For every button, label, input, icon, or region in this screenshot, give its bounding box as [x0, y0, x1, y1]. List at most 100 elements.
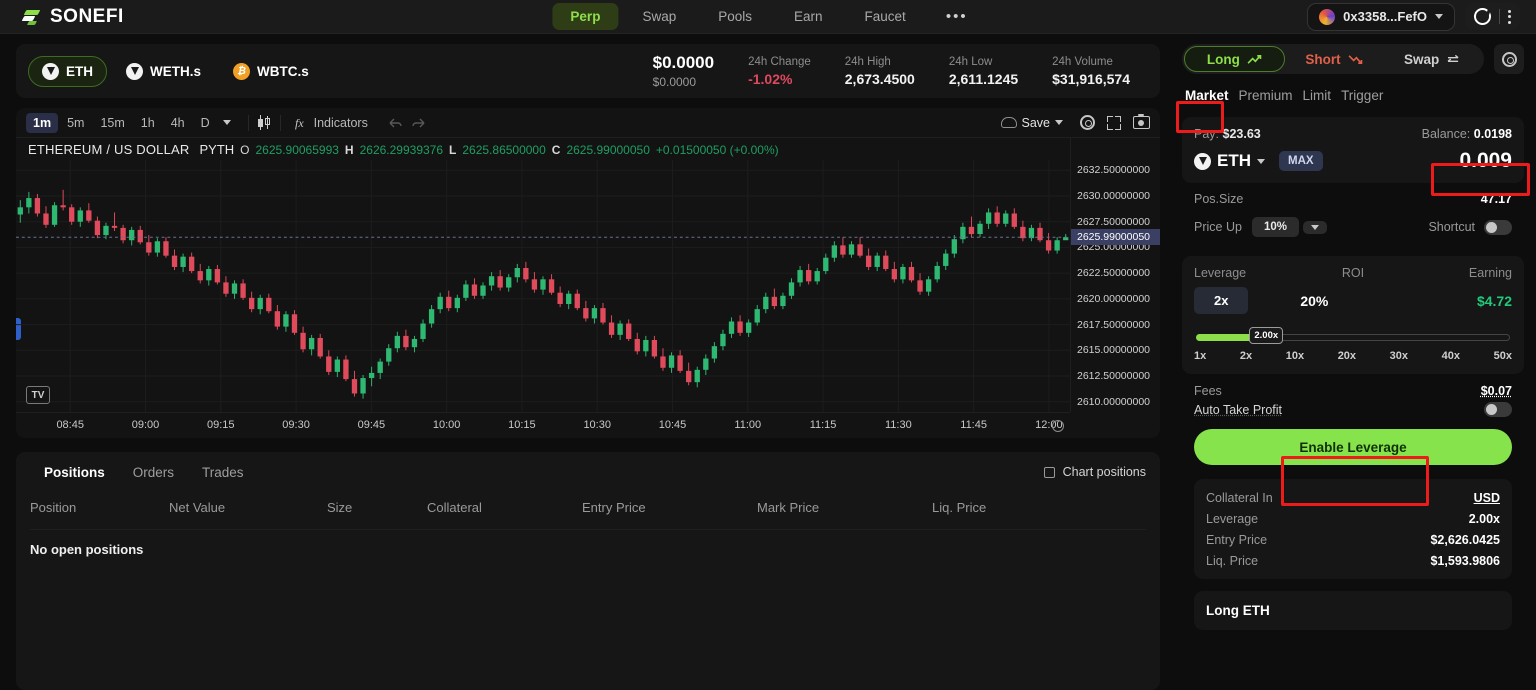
- leverage-slider[interactable]: 2.00x: [1196, 327, 1510, 344]
- svg-text:fx: fx: [295, 116, 304, 130]
- timeframe-d[interactable]: D: [194, 113, 217, 133]
- chart-positions-checkbox[interactable]: Chart positions: [1043, 465, 1146, 479]
- leverage-headers: Leverage ROI Earning: [1194, 266, 1512, 280]
- tick-20x[interactable]: 20x: [1338, 350, 1356, 362]
- detail-entry-price: Entry Price $2,626.0425: [1206, 529, 1500, 550]
- more-options-icon[interactable]: [1508, 9, 1511, 24]
- gear-icon[interactable]: [1080, 115, 1095, 130]
- tab-trigger[interactable]: Trigger: [1338, 86, 1386, 105]
- legend-low-value: 2625.86500000: [462, 143, 546, 157]
- nav-item-swap[interactable]: Swap: [624, 3, 694, 30]
- price-up-row: Price Up 10% Shortcut: [1182, 215, 1524, 246]
- leverage-value[interactable]: 2x: [1194, 287, 1249, 314]
- detail-value[interactable]: USD: [1474, 491, 1500, 505]
- redo-icon[interactable]: [411, 116, 427, 130]
- tick-30x[interactable]: 30x: [1390, 350, 1408, 362]
- stat-label: 24h Volume: [1052, 55, 1113, 68]
- candlestick-plot[interactable]: [16, 160, 1070, 412]
- candlestick-icon[interactable]: [257, 115, 271, 130]
- tab-market[interactable]: Market: [1182, 86, 1232, 105]
- market-stats: $0.0000 $0.0000 24h Change -1.02% 24h Hi…: [653, 53, 1148, 89]
- stat-value: -1.02%: [748, 70, 793, 87]
- nav-right-group: 0x3358...FefO: [1307, 2, 1520, 31]
- price-tick: 2612.50000000: [1077, 370, 1150, 382]
- price-up-label: Price Up: [1194, 220, 1242, 234]
- leverage-slider-ticks: 1x 2x 10x 20x 30x 40x 50x: [1194, 350, 1512, 362]
- tab-trades[interactable]: Trades: [188, 457, 258, 488]
- indicators-button[interactable]: fx Indicators: [290, 113, 373, 133]
- stat-label: 24h Change: [748, 55, 811, 68]
- chevron-down-icon: [1310, 224, 1319, 230]
- brand-logo[interactable]: SONEFI: [0, 6, 124, 28]
- max-button[interactable]: MAX: [1279, 151, 1323, 171]
- pay-label-text: Pay:: [1194, 127, 1220, 141]
- chart-time-axis[interactable]: 08:45 09:00 09:15 09:30 09:45 10:00 10:15 10:30…: [16, 412, 1070, 438]
- pay-token-selector[interactable]: ETH: [1194, 151, 1265, 171]
- auto-take-profit-toggle[interactable]: [1484, 402, 1512, 417]
- side-selector-row: Long Short Swap: [1182, 44, 1524, 74]
- timeframe-1m[interactable]: 1m: [26, 112, 59, 133]
- timeframe-15m[interactable]: 15m: [93, 113, 131, 133]
- divider: [247, 114, 249, 131]
- tick-2x[interactable]: 2x: [1240, 350, 1252, 362]
- time-tick: 09:00: [131, 419, 160, 431]
- timeframe-5m[interactable]: 5m: [60, 113, 91, 133]
- fx-icon: fx: [295, 116, 304, 130]
- token-tab-weth[interactable]: WETH.s: [113, 57, 214, 86]
- chart-toolbar-right: Save: [996, 113, 1150, 133]
- side-long-button[interactable]: Long: [1184, 46, 1285, 72]
- chart-timezone-settings-icon[interactable]: [1052, 420, 1064, 432]
- tab-orders[interactable]: Orders: [119, 457, 188, 488]
- leverage-values: 2x 20% $4.72: [1194, 287, 1512, 314]
- enable-leverage-button[interactable]: Enable Leverage: [1194, 429, 1512, 465]
- top-navigation-bar: SONEFI Perp Swap Pools Earn Faucet ••• 0…: [0, 0, 1536, 34]
- expand-icon[interactable]: [1107, 115, 1121, 130]
- legend-high-value: 2626.29939376: [359, 143, 444, 157]
- nav-item-earn[interactable]: Earn: [776, 3, 841, 30]
- price-up-select[interactable]: 10%: [1251, 217, 1327, 237]
- tick-50x[interactable]: 50x: [1494, 350, 1512, 362]
- order-type-tabs: Market Premium Limit Trigger: [1182, 86, 1524, 105]
- leverage-card: Leverage ROI Earning 2x 20% $4.72 2.00x …: [1182, 256, 1524, 374]
- shortcut-toggle[interactable]: [1484, 219, 1512, 235]
- timeframe-4h[interactable]: 4h: [164, 113, 192, 133]
- pos-size-row: Pos.Size 47.17: [1182, 183, 1524, 215]
- timeframe-1h[interactable]: 1h: [134, 113, 162, 133]
- time-tick: 10:15: [508, 419, 536, 431]
- camera-icon[interactable]: [1133, 113, 1150, 129]
- tab-premium[interactable]: Premium: [1236, 86, 1296, 105]
- trend-down-icon: [1348, 54, 1362, 64]
- chevron-down-icon[interactable]: [222, 120, 231, 125]
- divider: [1499, 9, 1500, 24]
- tab-limit[interactable]: Limit: [1300, 86, 1335, 105]
- tick-40x[interactable]: 40x: [1442, 350, 1460, 362]
- nav-item-pools[interactable]: Pools: [700, 3, 770, 30]
- nav-item-perp[interactable]: Perp: [552, 3, 619, 30]
- amount-input[interactable]: [1392, 149, 1512, 173]
- tradingview-logo-icon[interactable]: TV: [26, 386, 50, 404]
- trade-panel-inner: Long Short Swap Market Premium Limit Tri…: [1176, 34, 1536, 630]
- side-swap-button[interactable]: Swap: [1383, 46, 1482, 72]
- price-secondary: $0.0000: [652, 75, 697, 89]
- chart-price-axis[interactable]: 2632.50000000 2630.00000000 2627.50000000 2…: [1070, 138, 1160, 412]
- col-position: Position: [30, 500, 77, 515]
- save-button[interactable]: Save: [996, 113, 1069, 133]
- price-up-dropdown-button[interactable]: [1302, 220, 1327, 234]
- detail-label: Leverage: [1206, 511, 1259, 526]
- nav-more-icon[interactable]: •••: [930, 8, 984, 25]
- network-icon[interactable]: [1474, 8, 1491, 25]
- nav-item-faucet[interactable]: Faucet: [847, 3, 924, 30]
- tick-10x[interactable]: 10x: [1286, 350, 1304, 362]
- tick-1x[interactable]: 1x: [1194, 350, 1206, 362]
- token-tab-wbtc[interactable]: ₿ WBTC.s: [220, 57, 322, 86]
- tab-positions[interactable]: Positions: [30, 457, 119, 488]
- wallet-button[interactable]: 0x3358...FefO: [1307, 2, 1455, 31]
- trade-settings-button[interactable]: [1494, 44, 1524, 74]
- detail-label: Entry Price: [1206, 532, 1268, 547]
- slider-thumb[interactable]: 2.00x: [1249, 327, 1284, 344]
- token-tab-eth[interactable]: ETH: [28, 55, 107, 87]
- side-short-button[interactable]: Short: [1285, 46, 1384, 72]
- undo-icon[interactable]: [387, 116, 403, 130]
- checkbox-icon: [1043, 466, 1055, 478]
- price-up-value[interactable]: 10%: [1251, 217, 1299, 237]
